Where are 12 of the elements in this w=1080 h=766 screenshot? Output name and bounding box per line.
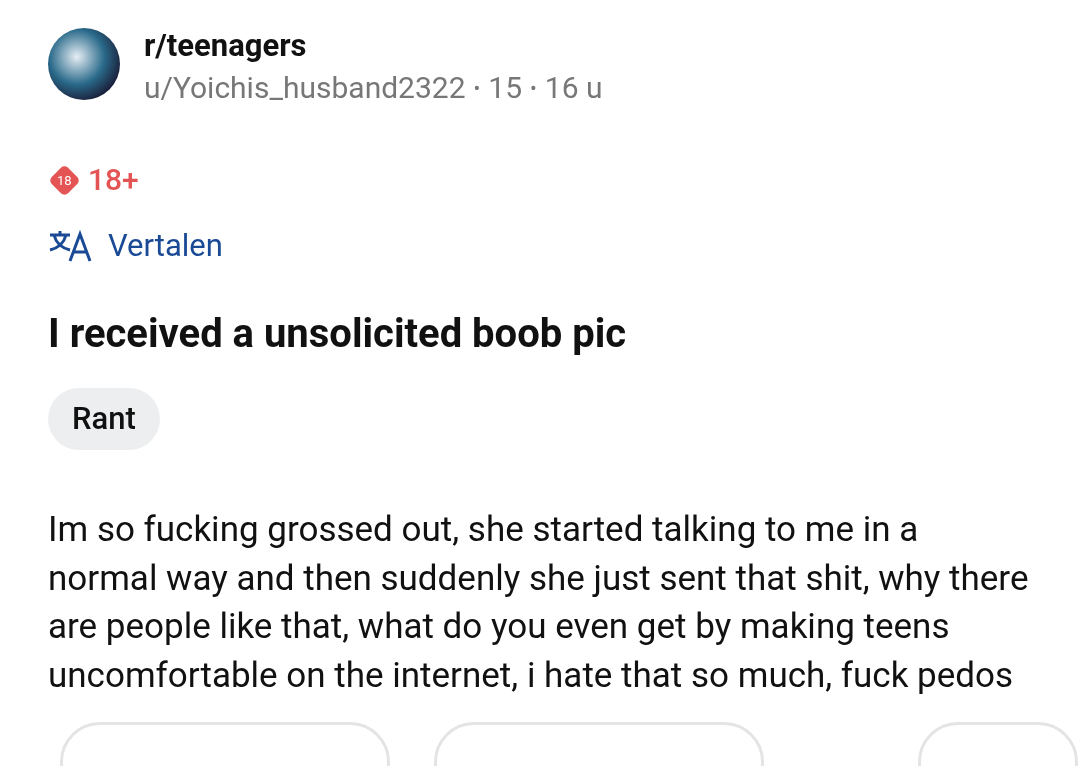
post-title: I received a unsolicited boob pic bbox=[47, 310, 628, 358]
nsfw-label: 18+ bbox=[88, 162, 139, 198]
subreddit-name[interactable]: r/teenagers bbox=[144, 28, 603, 64]
flair-tag[interactable]: Rant bbox=[48, 388, 160, 450]
separator-dot: • bbox=[530, 75, 537, 102]
author-flair: 15 bbox=[488, 69, 523, 107]
author-name[interactable]: u/Yoichis_husband2322 bbox=[144, 66, 466, 110]
post-body: Im so fucking grossed out, she started talking to me in a normal way and then suddenly she just sent that shit, why there are people like that, what do you even get by making teens uncomfortable on the internet, i hate that so much, fuck pedos bbox=[47, 508, 1030, 698]
separator-dot: • bbox=[473, 75, 481, 102]
post-age: 16 u bbox=[544, 69, 603, 107]
translate-link[interactable]: Vertalen bbox=[48, 226, 223, 266]
nsfw-icon: 18 bbox=[48, 164, 80, 196]
